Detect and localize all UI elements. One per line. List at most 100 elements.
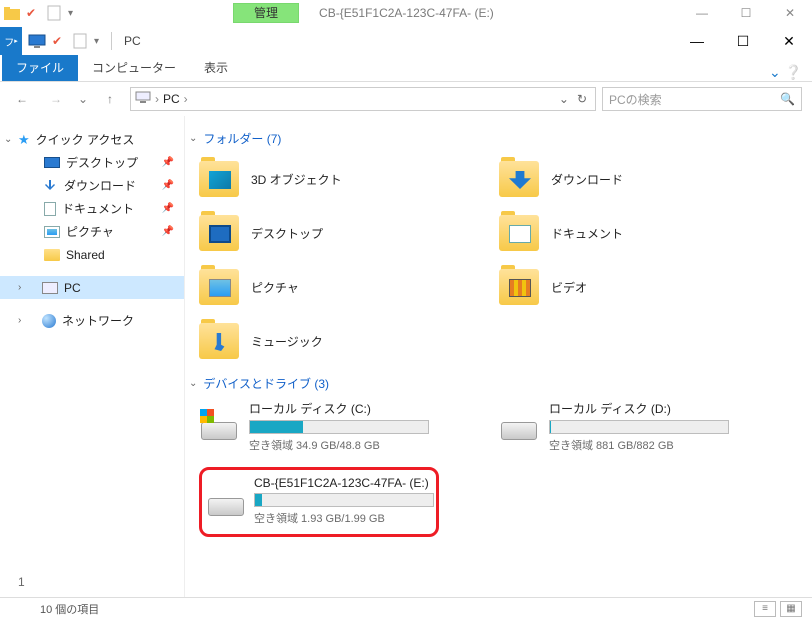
nav-label: ドキュメント [62, 200, 134, 217]
inner-window-controls: — ☐ ✕ [680, 0, 812, 26]
downloads-icon [44, 179, 58, 193]
blank-doc-icon[interactable] [46, 5, 62, 21]
nav-label: デスクトップ [66, 154, 138, 171]
minimize-button[interactable]: — [674, 26, 720, 56]
file-menu-corner[interactable]: フ▸ [0, 27, 22, 55]
desktop-icon [199, 215, 239, 251]
group-label: デバイスとドライブ (3) [203, 375, 329, 392]
chevron-right-icon[interactable]: › [18, 315, 21, 326]
drive-free: 空き領域 881 GB/882 GB [549, 437, 739, 453]
crumb-sep-2[interactable]: › [184, 92, 188, 106]
nav-label: ピクチャ [66, 223, 114, 240]
separator [111, 32, 112, 50]
nav-label: Shared [66, 248, 105, 262]
nav-label: ダウンロード [64, 177, 136, 194]
nav-desktop[interactable]: デスクトップ 📌 [0, 151, 184, 174]
inner-titlebar: ✔ ▾ 管理 CB-{E51F1C2A-123C-47FA- (E:) — ☐ … [0, 0, 812, 26]
usage-fill [250, 421, 303, 433]
qat-overflow-2[interactable]: ▾ [94, 36, 99, 47]
maximize-button[interactable]: ☐ [720, 26, 766, 56]
nav-back-button[interactable]: ← [8, 87, 36, 111]
inner-close-button[interactable]: ✕ [768, 0, 812, 26]
documents-icon [499, 215, 539, 251]
pictures-icon [199, 269, 239, 305]
breadcrumb-pc[interactable]: PC [163, 92, 180, 106]
tab-view[interactable]: 表示 [190, 55, 242, 81]
nav-recent-button[interactable]: ⌄ [76, 87, 90, 111]
usage-fill [550, 421, 551, 433]
group-label: フォルダー (7) [203, 130, 281, 147]
downloads-icon [499, 161, 539, 197]
nav-downloads[interactable]: ダウンロード 📌 [0, 174, 184, 197]
star-icon: ★ [18, 132, 30, 148]
network-icon [42, 314, 56, 328]
check-icon-2[interactable]: ✔ [52, 34, 66, 48]
qat-overflow-1[interactable]: ▾ [68, 8, 73, 19]
folder-label: ミュージック [251, 333, 323, 350]
folder-icon [44, 249, 60, 261]
folder-downloads[interactable]: ダウンロード [499, 155, 739, 203]
view-details-button[interactable]: ≡ [754, 601, 776, 617]
drive-e[interactable]: CB-{E51F1C2A-123C-47FA- (E:) 空き領域 1.93 G… [208, 476, 428, 526]
folder-label: ピクチャ [251, 279, 299, 296]
tab-file[interactable]: ファイル [2, 55, 78, 81]
folder-label: ビデオ [551, 279, 587, 296]
folder-documents[interactable]: ドキュメント [499, 209, 739, 257]
nav-pictures[interactable]: ピクチャ 📌 [0, 220, 184, 243]
ribbon-expand-button[interactable]: ⌄ ❔ [769, 64, 812, 81]
pc-icon [42, 282, 58, 294]
nav-documents[interactable]: ドキュメント 📌 [0, 197, 184, 220]
address-dropdown-button[interactable]: ⌄ [559, 92, 569, 106]
chevron-right-icon[interactable]: › [18, 282, 21, 293]
page-number: 1 [18, 575, 25, 589]
pictures-icon [44, 226, 60, 238]
refresh-button[interactable]: ↻ [577, 92, 587, 106]
pin-icon: 📌 [162, 226, 174, 237]
chevron-down-icon[interactable]: ⌄ [4, 134, 12, 145]
nav-network[interactable]: › ネットワーク [0, 309, 184, 332]
drive-c[interactable]: ローカル ディスク (C:) 空き領域 34.9 GB/48.8 GB [199, 400, 439, 453]
folder-music[interactable]: ミュージック [199, 317, 439, 365]
chevron-down-icon[interactable]: ⌄ [189, 133, 197, 144]
nav-forward-button[interactable]: → [42, 87, 70, 111]
group-header-drives[interactable]: ⌄ デバイスとドライブ (3) [189, 375, 806, 392]
pin-icon: 📌 [162, 203, 174, 214]
view-switcher: ≡ ▦ [754, 601, 802, 617]
drive-name: ローカル ディスク (D:) [549, 400, 739, 417]
chevron-down-icon[interactable]: ⌄ [189, 378, 197, 389]
folder-desktop[interactable]: デスクトップ [199, 209, 439, 257]
desktop-icon [44, 157, 60, 168]
nav-pc[interactable]: › PC [0, 276, 184, 299]
drive-d[interactable]: ローカル ディスク (D:) 空き領域 881 GB/882 GB [499, 400, 739, 453]
check-icon-1[interactable]: ✔ [26, 6, 40, 20]
folder-videos[interactable]: ビデオ [499, 263, 739, 311]
search-input[interactable]: PCの検索 🔍 [602, 87, 802, 111]
folder-label: ダウンロード [551, 171, 623, 188]
usage-fill [255, 494, 262, 506]
folder-3d-objects[interactable]: 3D オブジェクト [199, 155, 439, 203]
group-header-folders[interactable]: ⌄ フォルダー (7) [189, 130, 806, 147]
nav-quick-access[interactable]: ⌄ ★ クイック アクセス [0, 128, 184, 151]
nav-shared[interactable]: Shared [0, 243, 184, 266]
manage-tab[interactable]: 管理 [233, 3, 299, 23]
usage-bar [249, 420, 429, 434]
view-icons-button[interactable]: ▦ [780, 601, 802, 617]
inner-maximize-button[interactable]: ☐ [724, 0, 768, 26]
tab-computer[interactable]: コンピューター [78, 55, 190, 81]
address-bar[interactable]: › PC › ⌄ ↻ [130, 87, 596, 111]
music-icon [199, 323, 239, 359]
document-icon [44, 202, 56, 216]
monitor-icon[interactable] [28, 34, 46, 48]
inner-minimize-button[interactable]: — [680, 0, 724, 26]
nav-up-button[interactable]: ↑ [96, 87, 124, 111]
folder-pictures[interactable]: ピクチャ [199, 263, 439, 311]
pc-icon [135, 91, 151, 107]
status-item-count: 10 個の項目 [40, 601, 99, 617]
crumb-sep[interactable]: › [155, 92, 159, 106]
folder-icon[interactable] [4, 5, 20, 21]
blank-doc-icon-2[interactable] [72, 33, 88, 49]
drive-free: 空き領域 1.93 GB/1.99 GB [254, 510, 434, 526]
close-button[interactable]: ✕ [766, 26, 812, 56]
quick-access-toolbar-2: ✔ ▾ PC [28, 32, 145, 50]
search-placeholder: PCの検索 [609, 91, 662, 108]
